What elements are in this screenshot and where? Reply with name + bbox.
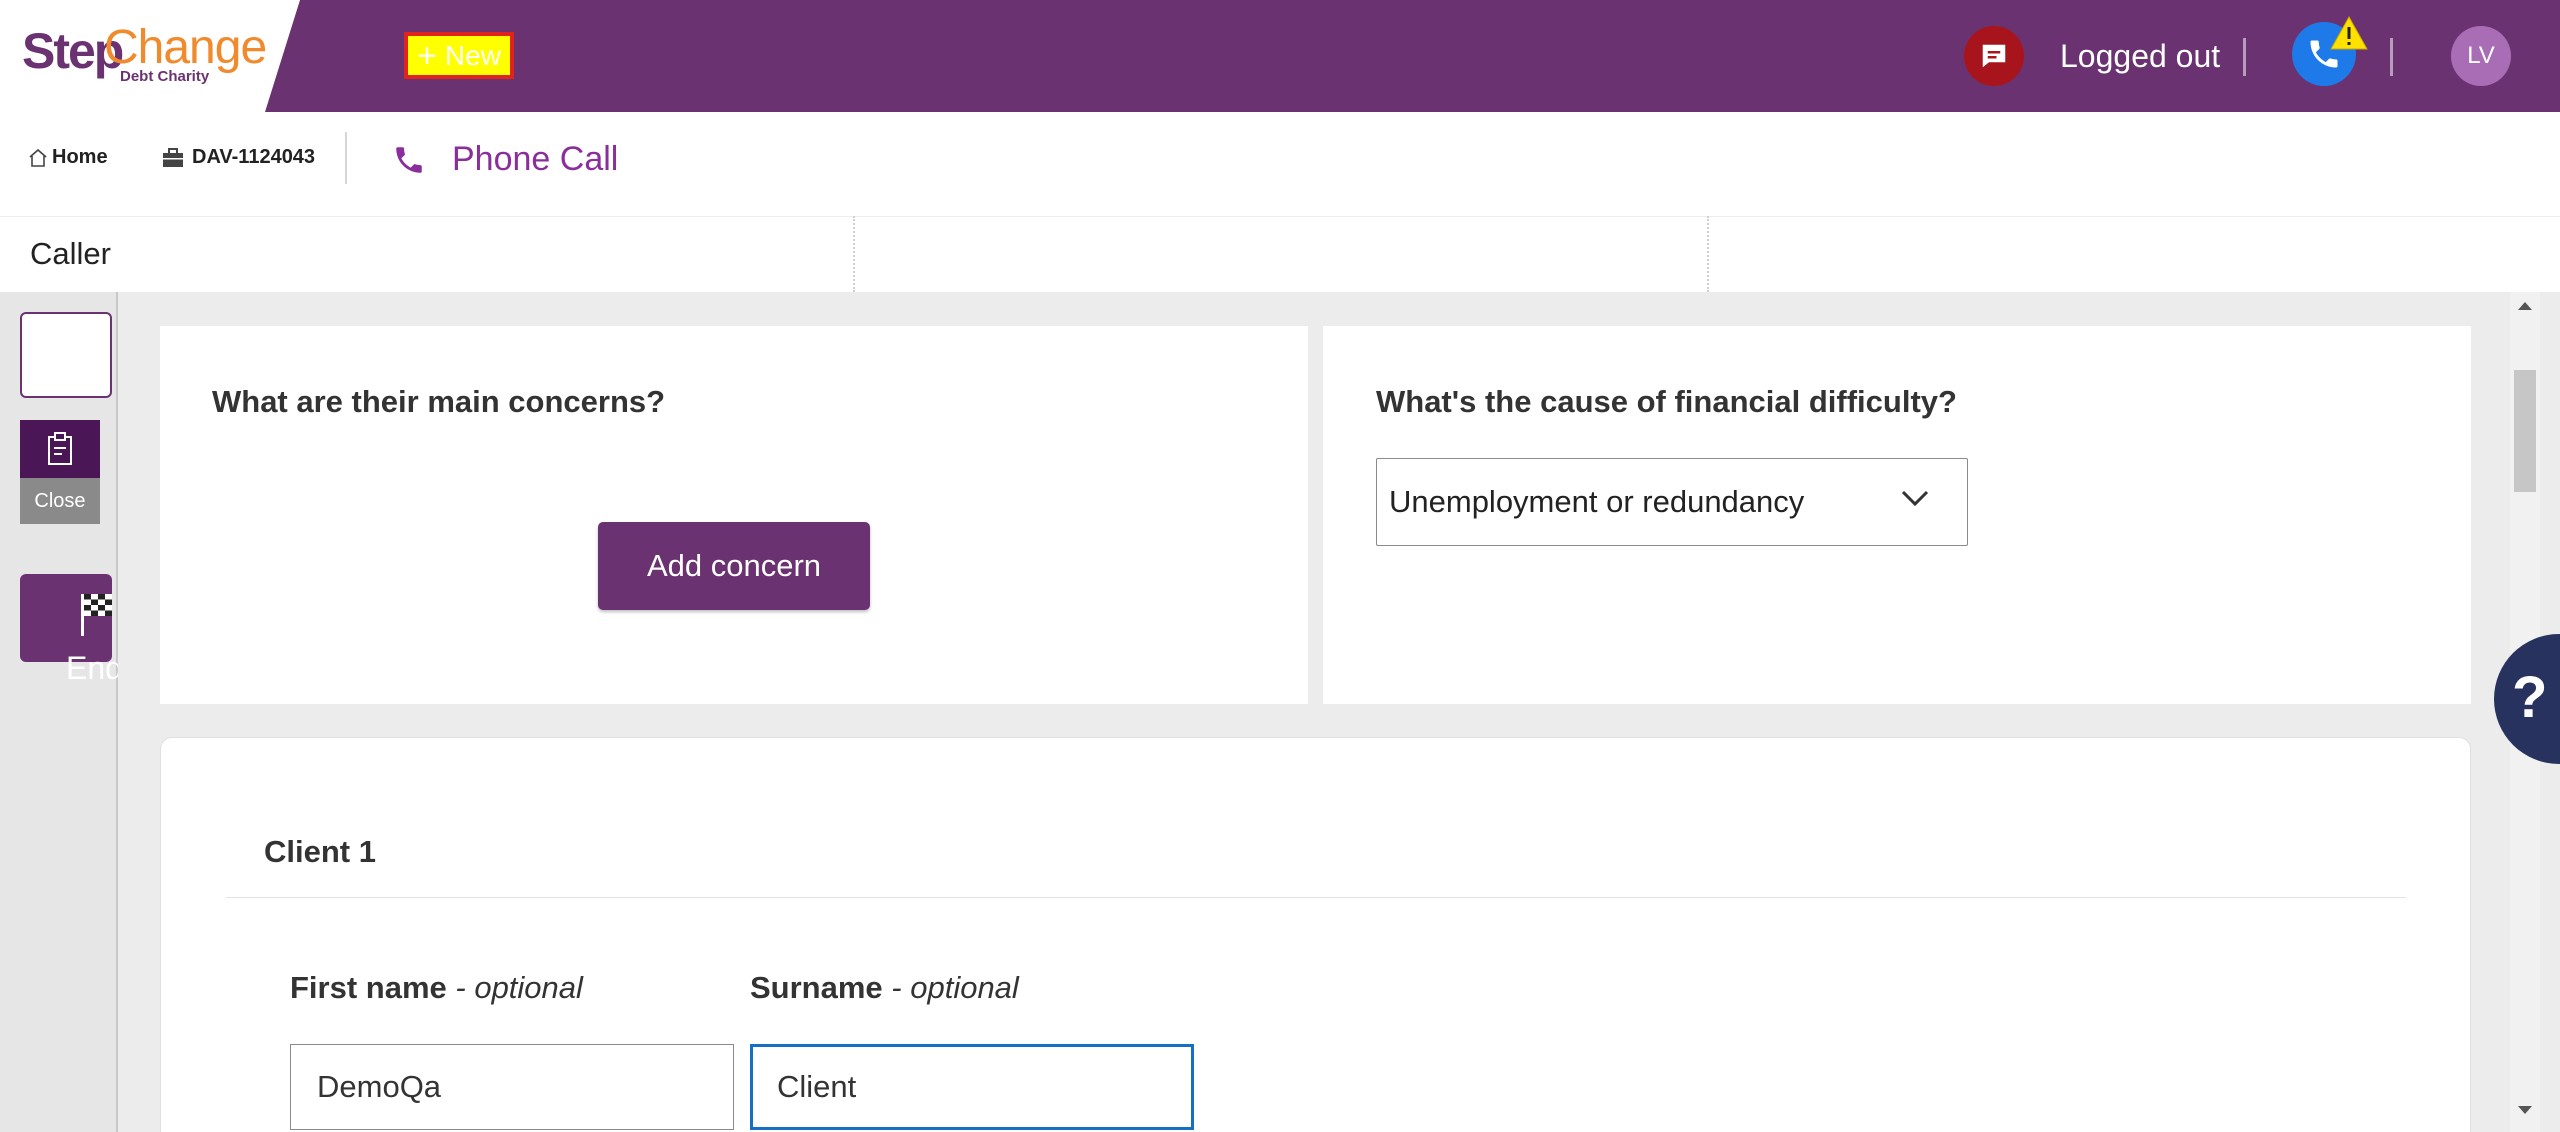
warning-icon <box>2330 16 2368 50</box>
concerns-card <box>160 326 1308 704</box>
client-title: Client 1 <box>264 834 376 869</box>
caller-row <box>0 216 2560 292</box>
scroll-up-icon[interactable] <box>2517 300 2533 312</box>
left-rail <box>0 292 118 1132</box>
caller-label: Caller <box>30 236 111 271</box>
session-tile[interactable] <box>20 312 112 398</box>
difficulty-select[interactable]: Unemployment or redundancy <box>1376 458 1968 546</box>
nav-row <box>0 112 2560 216</box>
phone-call-label: Phone Call <box>452 140 619 178</box>
phone-call-tab[interactable]: Phone Call <box>392 140 618 179</box>
new-button[interactable]: + New <box>404 32 514 79</box>
chat-icon[interactable] <box>1964 26 2024 86</box>
logo[interactable]: Step Change Debt Charity <box>0 0 300 112</box>
phone-call-icon <box>396 146 422 173</box>
clipboard-icon <box>48 432 72 465</box>
column-divider <box>853 216 855 292</box>
case-link[interactable]: DAV-1124043 <box>162 146 315 169</box>
case-label: DAV-1124043 <box>192 146 316 168</box>
end-session-label: End Session <box>66 650 118 686</box>
concerns-question: What are their main concerns? <box>212 384 666 419</box>
surname-field[interactable] <box>750 1044 1194 1130</box>
difficulty-question: What's the cause of financial difficulty… <box>1376 384 1957 419</box>
plus-icon: + <box>417 36 437 75</box>
chevron-down-icon <box>1901 490 1929 507</box>
column-divider <box>1707 216 1709 292</box>
divider <box>2243 38 2246 76</box>
status-text: Logged out <box>2060 38 2221 74</box>
new-button-label: New <box>444 39 501 71</box>
surname-label: Surname - optional <box>750 970 1019 1005</box>
divider <box>2390 38 2393 76</box>
logo-subtitle: Debt Charity <box>120 68 210 85</box>
difficulty-selected-value: Unemployment or redundancy <box>1389 484 1805 519</box>
checkered-flag-icon <box>81 594 112 636</box>
first-name-field[interactable] <box>290 1044 734 1130</box>
avatar[interactable]: LV <box>2451 26 2511 86</box>
logo-change-text: Change <box>104 21 267 74</box>
home-icon <box>29 148 47 167</box>
close-button[interactable]: Close <box>20 478 100 524</box>
home-label: Home <box>52 146 108 168</box>
add-concern-button[interactable]: Add concern <box>598 522 870 610</box>
home-link[interactable]: Home <box>28 146 108 169</box>
clipboard-button[interactable] <box>20 420 100 478</box>
help-icon: ? <box>2512 665 2548 730</box>
briefcase-icon <box>163 147 183 167</box>
first-name-label: First name - optional <box>290 970 583 1005</box>
divider <box>345 132 347 184</box>
section-divider <box>226 897 2406 898</box>
scrollbar-thumb[interactable] <box>2514 370 2536 492</box>
scroll-down-icon[interactable] <box>2517 1104 2533 1116</box>
